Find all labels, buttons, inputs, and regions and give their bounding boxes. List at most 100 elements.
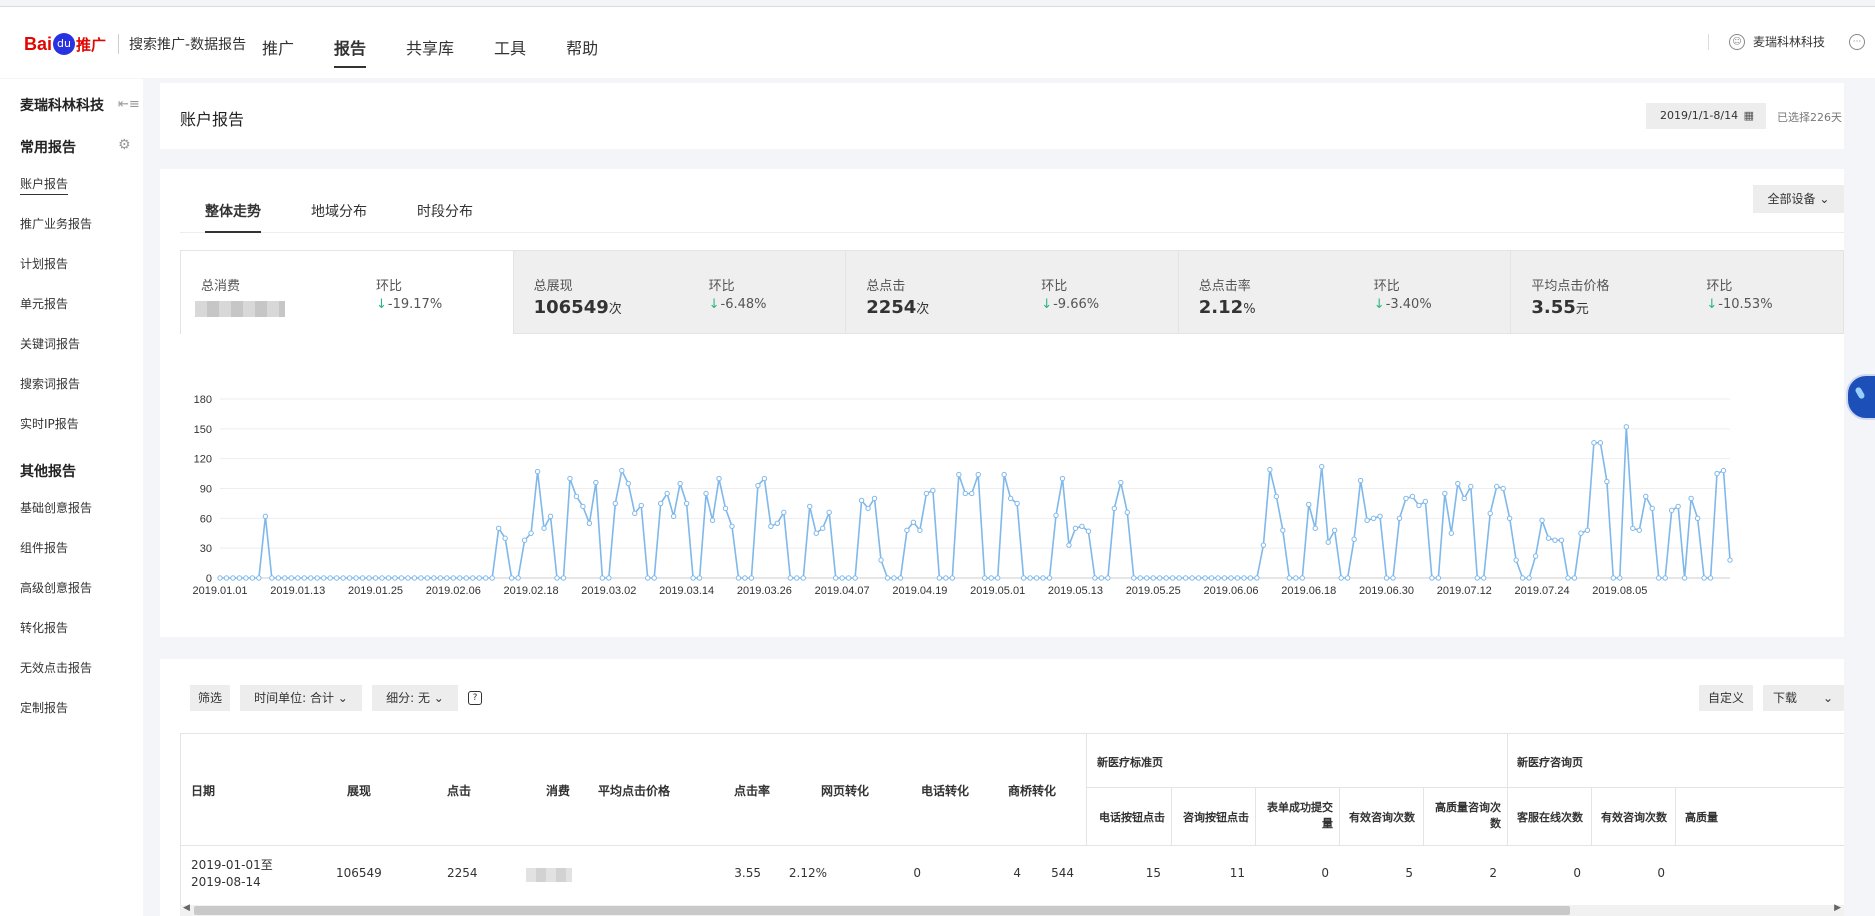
scroll-right-icon[interactable]: ▶ [1834, 903, 1841, 913]
data-point[interactable] [502, 535, 508, 541]
data-point[interactable] [1617, 575, 1623, 581]
nav-help[interactable]: 帮助 [566, 35, 598, 68]
data-point[interactable] [1707, 575, 1714, 581]
data-point[interactable] [528, 530, 534, 536]
data-point[interactable] [424, 575, 431, 581]
data-point[interactable] [917, 527, 923, 533]
data-point[interactable] [1001, 471, 1007, 478]
data-point[interactable] [256, 575, 262, 581]
data-point[interactable] [1020, 575, 1027, 581]
data-point[interactable] [580, 503, 586, 510]
data-point[interactable] [1493, 483, 1500, 490]
data-point[interactable] [735, 575, 742, 581]
data-point[interactable] [223, 575, 230, 581]
help-icon[interactable]: ? [468, 691, 482, 705]
data-point[interactable] [320, 575, 327, 581]
data-point[interactable] [1072, 525, 1079, 531]
data-point[interactable] [1552, 537, 1558, 543]
data-point[interactable] [1319, 463, 1325, 470]
data-point[interactable] [476, 575, 482, 581]
data-point[interactable] [858, 497, 865, 504]
scroll-left-icon[interactable]: ◀ [183, 903, 190, 913]
data-point[interactable] [379, 575, 385, 581]
data-point[interactable] [1565, 575, 1571, 581]
data-point[interactable] [1208, 575, 1215, 581]
metric-card-impressions[interactable]: 总展现 106549次 环比 ↓-6.48% [513, 250, 847, 334]
data-point[interactable] [405, 575, 411, 581]
data-point[interactable] [703, 490, 709, 497]
data-point[interactable] [385, 575, 392, 581]
sidebar-item-account-report[interactable]: 账户报告 [20, 175, 69, 195]
data-point[interactable] [1539, 517, 1545, 524]
data-point[interactable] [813, 530, 819, 536]
sidebar-item-keyword-report[interactable]: 关键词报告 [20, 335, 80, 352]
data-point[interactable] [262, 513, 269, 520]
data-point[interactable] [1506, 515, 1513, 522]
data-point[interactable] [1364, 517, 1370, 524]
data-point[interactable] [664, 490, 670, 497]
data-point[interactable] [1053, 512, 1059, 519]
data-point[interactable] [308, 575, 314, 581]
data-point[interactable] [1124, 509, 1130, 516]
data-point[interactable] [1306, 501, 1312, 508]
data-point[interactable] [1396, 515, 1403, 522]
data-point[interactable] [541, 525, 547, 531]
column-header-valid-consults[interactable]: 有效咨询次数 [1349, 809, 1415, 825]
more-icon[interactable]: ··· [1849, 33, 1865, 50]
data-point[interactable] [1312, 525, 1318, 531]
data-point[interactable] [418, 575, 424, 581]
data-point[interactable] [774, 520, 781, 527]
data-point[interactable] [1344, 575, 1351, 581]
data-point[interactable] [359, 575, 366, 581]
data-point[interactable] [1694, 515, 1701, 522]
data-point[interactable] [282, 575, 288, 581]
data-point[interactable] [470, 575, 476, 581]
data-point[interactable] [1474, 575, 1480, 581]
data-point[interactable] [619, 467, 625, 474]
data-point[interactable] [1014, 500, 1020, 507]
data-point[interactable] [1623, 424, 1630, 430]
data-point[interactable] [949, 575, 956, 581]
nav-tools[interactable]: 工具 [494, 35, 526, 68]
data-point[interactable] [573, 493, 580, 500]
data-point[interactable] [327, 575, 333, 581]
data-point[interactable] [781, 509, 787, 516]
data-point[interactable] [372, 575, 379, 581]
metric-card-clicks[interactable]: 总点击 2254次 环比 ↓-9.66% [846, 250, 1179, 334]
horizontal-scrollbar[interactable]: ◀ ▶ [180, 903, 1844, 916]
data-point[interactable] [845, 575, 852, 581]
data-point[interactable] [534, 468, 541, 475]
tab-region[interactable]: 地域分布 [311, 201, 367, 231]
data-point[interactable] [1169, 575, 1176, 581]
column-header-ctr[interactable]: 点击率 [734, 782, 770, 799]
gear-icon[interactable]: ⚙ [118, 137, 131, 153]
data-point[interactable] [340, 575, 346, 581]
data-point[interactable] [1221, 575, 1228, 581]
data-point[interactable] [755, 482, 761, 489]
metric-card-avg-cpc[interactable]: 平均点击价格 3.55元 环比 ↓-10.53% [1511, 250, 1844, 334]
nav-report[interactable]: 报告 [334, 35, 367, 68]
data-point[interactable] [1422, 498, 1429, 505]
data-point[interactable] [1267, 466, 1273, 473]
data-point[interactable] [975, 471, 981, 478]
column-header-avg-cpc[interactable]: 平均点击价格 [598, 782, 670, 799]
data-point[interactable] [586, 520, 593, 527]
data-point[interactable] [1513, 557, 1519, 563]
data-point[interactable] [431, 575, 437, 581]
column-header-form-submissions[interactable]: 表单成功提交量 [1265, 800, 1333, 832]
date-range-picker[interactable]: 2019/1/1-8/14 ▦ [1646, 103, 1766, 129]
data-point[interactable] [1195, 575, 1202, 581]
data-point[interactable] [994, 575, 1001, 581]
data-point[interactable] [1144, 575, 1150, 581]
data-point[interactable] [1156, 575, 1163, 581]
data-point[interactable] [275, 575, 282, 581]
data-point[interactable] [709, 517, 716, 524]
data-point[interactable] [1241, 575, 1247, 581]
data-point[interactable] [1442, 490, 1448, 497]
data-point[interactable] [1643, 493, 1649, 500]
data-point[interactable] [1299, 575, 1305, 581]
column-header-cost[interactable]: 消费 [546, 782, 570, 799]
sidebar-item-unit-report[interactable]: 单元报告 [20, 295, 68, 312]
data-point[interactable] [748, 575, 755, 581]
data-point[interactable] [515, 575, 521, 581]
